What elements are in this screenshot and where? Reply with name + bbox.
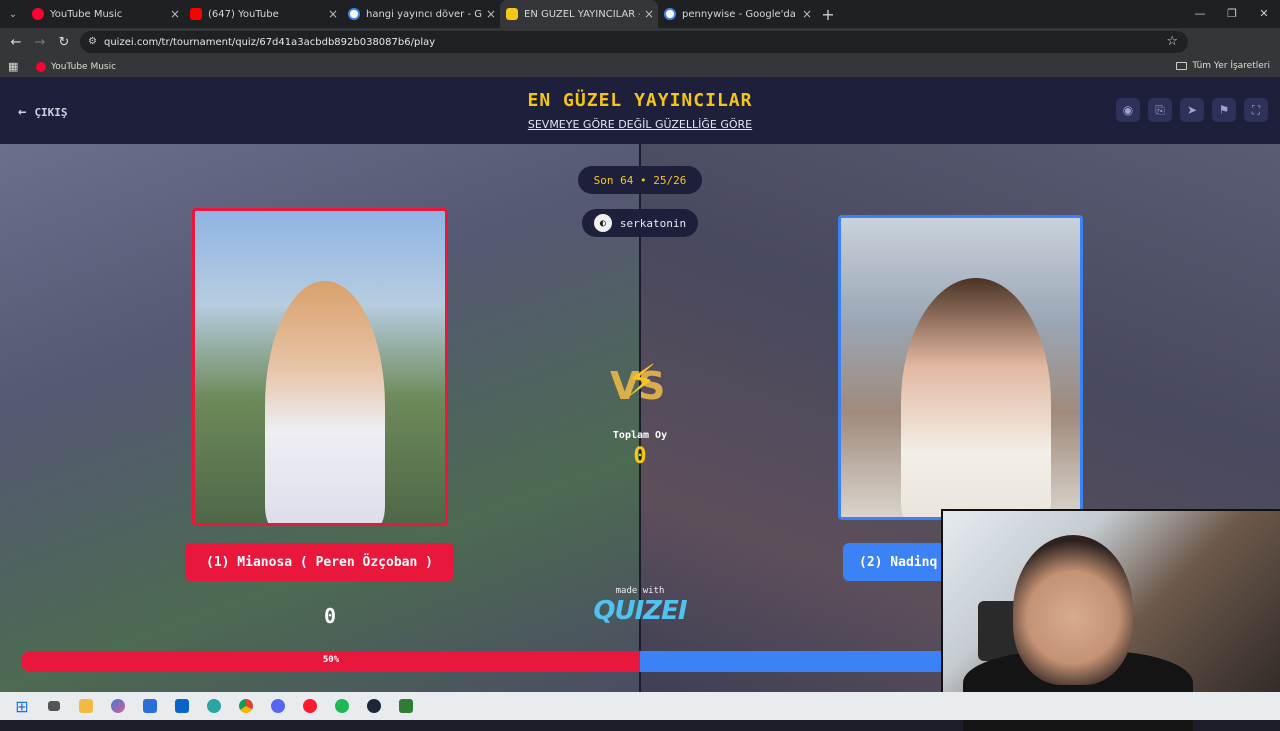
- tab-title: EN GÜZEL YAYINCILAR - Tier Li: [524, 8, 640, 20]
- left-score: 0: [323, 604, 337, 628]
- quiz-header: ← ÇIKIŞ EN GÜZEL YAYINCILAR SEVMEYE GÖRE…: [0, 78, 1280, 144]
- flag-icon[interactable]: ⚑: [1212, 98, 1236, 122]
- window-controls: — ❐ ✕: [1184, 0, 1280, 28]
- eye-icon[interactable]: ◉: [1116, 98, 1140, 122]
- restore-icon[interactable]: ❐: [1216, 0, 1248, 28]
- new-tab-icon[interactable]: +: [816, 5, 840, 24]
- edge-icon[interactable]: [198, 692, 230, 720]
- browser-tab[interactable]: pennywise - Google'da Ara ×: [658, 0, 816, 28]
- left-candidate-image[interactable]: [192, 208, 448, 526]
- browser-tab-active[interactable]: EN GÜZEL YAYINCILAR - Tier Li ×: [500, 0, 658, 28]
- discord-icon[interactable]: [262, 692, 294, 720]
- round-badge: Son 64 • 25/26: [578, 166, 702, 194]
- tab-title: pennywise - Google'da Ara: [682, 8, 798, 20]
- user-badge[interactable]: ◐ serkatonin: [582, 209, 698, 237]
- address-bar-row: ← → ↻ ⚙ quizei.com/tr/tournament/quiz/67…: [0, 28, 1280, 77]
- page-subtitle[interactable]: SEVMEYE GÖRE DEĞİL GÜZELLİĞE GÖRE: [0, 118, 1280, 131]
- browser-tab[interactable]: YouTube Music ×: [26, 0, 184, 28]
- controller-icon: ◐: [593, 214, 612, 232]
- right-vote-button[interactable]: (2) Nadinq: [843, 543, 953, 581]
- youtube-icon: [190, 8, 202, 20]
- quizei-logo[interactable]: QUIZEI: [590, 596, 690, 626]
- lightning-icon: ⚡: [626, 356, 657, 407]
- send-icon[interactable]: ➤: [1180, 98, 1204, 122]
- copilot-icon[interactable]: [102, 692, 134, 720]
- back-icon[interactable]: ←: [4, 35, 28, 50]
- site-info-icon[interactable]: ⚙: [88, 36, 97, 47]
- close-icon[interactable]: ×: [166, 7, 184, 21]
- share-icon[interactable]: ⎘: [1148, 98, 1172, 122]
- browser-tab[interactable]: hangi yayıncı döver - Google'da ×: [342, 0, 500, 28]
- total-votes-value: 0: [633, 444, 647, 469]
- all-bookmarks[interactable]: Tüm Yer İşaretleri: [1176, 61, 1270, 71]
- username: serkatonin: [619, 216, 687, 230]
- taskbar: ⊞: [0, 692, 1280, 720]
- bookmark-item[interactable]: YouTube Music: [36, 61, 117, 72]
- bookmark-star-icon[interactable]: ☆: [1166, 34, 1178, 49]
- steam-icon[interactable]: [358, 692, 390, 720]
- streamer-head: [1013, 535, 1133, 685]
- apps-grid-icon[interactable]: ▦: [8, 60, 22, 73]
- close-icon[interactable]: ×: [324, 7, 342, 21]
- tab-title: (647) YouTube: [208, 8, 279, 20]
- vote-progress-label: 50%: [322, 655, 340, 665]
- youtube-music-icon: [36, 61, 46, 72]
- bookmark-label: YouTube Music: [51, 61, 117, 72]
- close-icon[interactable]: ×: [640, 7, 658, 21]
- candidate-photo: [901, 278, 1051, 517]
- tab-title: YouTube Music: [50, 8, 123, 20]
- browser-tab-bar: ⌄ YouTube Music × (647) YouTube × hangi …: [0, 0, 1280, 28]
- page-title: EN GÜZEL YAYINCILAR: [527, 90, 753, 111]
- folder-icon: [1176, 62, 1188, 70]
- all-bookmarks-label: Tüm Yer İşaretleri: [1192, 61, 1270, 71]
- windows-icon[interactable]: ⊞: [6, 692, 38, 720]
- left-vote-button[interactable]: (1) Mianosa ( Peren Özçoban ): [185, 543, 454, 581]
- minimize-icon[interactable]: —: [1184, 0, 1216, 28]
- terminal-icon[interactable]: [390, 692, 422, 720]
- store-icon[interactable]: [134, 692, 166, 720]
- close-icon[interactable]: ×: [798, 7, 816, 21]
- total-votes-label: Toplam Oy: [612, 430, 668, 441]
- task-view-icon[interactable]: [38, 692, 70, 720]
- quizei-icon: [506, 8, 518, 20]
- vs-icon: V S ⚡: [610, 356, 666, 408]
- opera-icon[interactable]: [294, 692, 326, 720]
- browser-tab[interactable]: (647) YouTube ×: [184, 0, 342, 28]
- tab-search-icon[interactable]: ⌄: [0, 0, 26, 28]
- right-candidate-image[interactable]: [838, 215, 1083, 520]
- spotify-icon[interactable]: [326, 692, 358, 720]
- outlook-icon[interactable]: [166, 692, 198, 720]
- google-icon: [348, 8, 360, 20]
- url-text: quizei.com/tr/tournament/quiz/67d41a3acb…: [104, 36, 436, 48]
- candidate-photo: [265, 281, 385, 523]
- bookmarks-bar: ▦ YouTube Music Tüm Yer İşaretleri: [0, 56, 1280, 78]
- chrome-icon[interactable]: [230, 692, 262, 720]
- made-with-label: made with: [615, 586, 665, 596]
- webcam-overlay: [941, 509, 1280, 731]
- tab-title: hangi yayıncı döver - Google'da: [366, 8, 482, 20]
- close-window-icon[interactable]: ✕: [1248, 0, 1280, 28]
- youtube-music-icon: [32, 8, 44, 20]
- url-field[interactable]: ⚙ quizei.com/tr/tournament/quiz/67d41a3a…: [80, 31, 1188, 53]
- close-icon[interactable]: ×: [482, 7, 500, 21]
- header-actions: ◉ ⎘ ➤ ⚑ ⛶: [1116, 98, 1268, 122]
- fullscreen-icon[interactable]: ⛶: [1244, 98, 1268, 122]
- forward-icon[interactable]: →: [28, 35, 52, 50]
- file-explorer-icon[interactable]: [70, 692, 102, 720]
- google-icon: [664, 8, 676, 20]
- reload-icon[interactable]: ↻: [52, 35, 76, 50]
